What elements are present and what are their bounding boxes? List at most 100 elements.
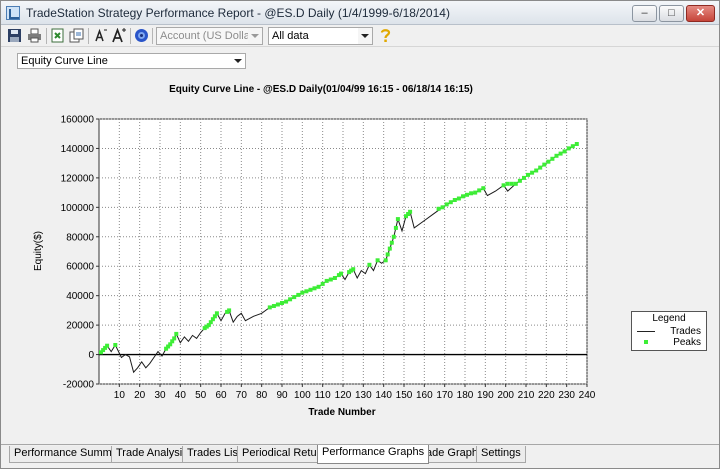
peak-point	[304, 289, 309, 294]
x-tick-label: 230	[558, 390, 575, 401]
graph-type-select[interactable]: Equity Curve Line	[17, 53, 246, 69]
peak-point	[393, 225, 398, 230]
report-tab-bar: Performance Summary Trade Analysis Trade…	[1, 444, 719, 468]
legend-entry-peaks: Peaks	[632, 337, 706, 348]
peak-point	[300, 290, 305, 295]
peak-point	[570, 144, 575, 149]
peak-point	[436, 206, 441, 211]
graph-type-value: Equity Curve Line	[21, 55, 108, 67]
peak-point	[554, 153, 559, 158]
chart-title: Equity Curve Line - @ES.D Daily(01/04/99…	[169, 84, 473, 95]
data-range-select[interactable]: All data	[268, 27, 373, 45]
x-tick-label: 180	[457, 390, 474, 401]
save-icon[interactable]	[7, 28, 22, 43]
peak-point	[391, 234, 396, 239]
peak-point	[530, 170, 535, 175]
copy-icon[interactable]	[69, 28, 84, 43]
x-tick-label: 220	[538, 390, 555, 401]
globe-icon[interactable]	[134, 28, 149, 43]
x-tick-label: 130	[355, 390, 372, 401]
peak-point	[501, 183, 506, 188]
peak-point	[481, 186, 486, 191]
x-tick-label: 20	[134, 390, 146, 401]
close-button[interactable]: ✕	[686, 5, 715, 22]
x-tick-label: 170	[436, 390, 453, 401]
peak-point	[444, 202, 449, 207]
peak-point	[328, 277, 333, 282]
peak-point	[339, 271, 343, 276]
account-currency-value: Account (US Dollar)	[160, 30, 258, 42]
tab-trade-analysis[interactable]: Trade Analysis	[111, 446, 193, 463]
tab-settings[interactable]: Settings	[476, 446, 526, 463]
x-tick-label: 10	[114, 390, 126, 401]
x-tick-label: 50	[195, 390, 207, 401]
x-tick-label: 70	[236, 390, 248, 401]
help-icon[interactable]	[378, 28, 393, 43]
chevron-down-icon	[248, 28, 262, 44]
peak-point	[408, 209, 413, 214]
peak-point	[271, 304, 276, 308]
legend-entry-trades: Trades	[632, 326, 706, 337]
toolbar-separator	[88, 28, 89, 44]
y-tick-label: 100000	[61, 203, 95, 214]
decrease-font-icon[interactable]	[93, 28, 108, 43]
y-tick-label: 80000	[66, 232, 94, 243]
tab-performance-graphs[interactable]: Performance Graphs	[317, 445, 430, 464]
peak-point	[513, 181, 518, 186]
legend-title: Legend	[652, 313, 686, 324]
peak-point	[292, 295, 297, 300]
legend-label-trades: Trades	[670, 326, 701, 337]
chart-legend: Legend Trades Peaks	[631, 311, 707, 351]
x-tick-label: 150	[396, 390, 413, 401]
peak-point	[351, 267, 356, 272]
x-tick-label: 90	[276, 390, 288, 401]
x-tick-label: 40	[175, 390, 187, 401]
peak-point	[308, 287, 313, 292]
export-icon[interactable]	[51, 28, 66, 43]
x-tick-label: 100	[294, 390, 311, 401]
print-icon[interactable]	[27, 28, 42, 43]
peak-point	[469, 191, 474, 196]
peak-point	[280, 301, 284, 305]
x-tick-label: 60	[215, 390, 227, 401]
x-tick-label: 110	[315, 390, 331, 401]
peak-point	[387, 246, 392, 251]
peaks-marker-swatch	[644, 340, 648, 344]
peak-point	[389, 240, 394, 245]
trades-line-swatch	[637, 331, 655, 332]
peak-point	[227, 308, 232, 313]
maximize-button[interactable]: □	[659, 5, 684, 22]
legend-label-peaks: Peaks	[673, 337, 701, 348]
toolbar-separator	[130, 28, 131, 44]
x-tick-label: 240	[579, 390, 596, 401]
peak-point	[558, 151, 563, 156]
x-tick-label: 140	[375, 390, 392, 401]
increase-font-icon[interactable]	[111, 28, 126, 43]
y-tick-label: 120000	[61, 173, 95, 184]
peak-point	[517, 178, 522, 183]
peak-point	[452, 198, 457, 202]
account-currency-select[interactable]: Account (US Dollar)	[156, 27, 263, 45]
peak-point	[267, 305, 272, 310]
peak-point	[550, 156, 555, 161]
title-bar[interactable]: TradeStation Strategy Performance Report…	[1, 1, 719, 25]
peak-point	[172, 336, 177, 341]
minimize-button[interactable]: –	[632, 5, 657, 22]
peak-point	[214, 311, 219, 316]
peak-point	[113, 343, 118, 347]
peak-point	[105, 343, 110, 348]
x-tick-label: 120	[335, 390, 352, 401]
toolbar: Account (US Dollar) All data	[1, 25, 719, 47]
peak-point	[316, 284, 321, 289]
x-tick-label: 200	[497, 390, 514, 401]
peak-point	[448, 200, 453, 205]
y-tick-label: 60000	[66, 262, 94, 273]
peak-point	[534, 168, 539, 173]
app-icon	[6, 6, 20, 20]
peak-point	[375, 258, 380, 263]
peak-point	[367, 262, 372, 267]
y-axis-label: Equity($)	[33, 231, 44, 271]
peak-point	[574, 142, 579, 146]
peak-point	[509, 181, 514, 186]
x-tick-label: 30	[154, 390, 166, 401]
